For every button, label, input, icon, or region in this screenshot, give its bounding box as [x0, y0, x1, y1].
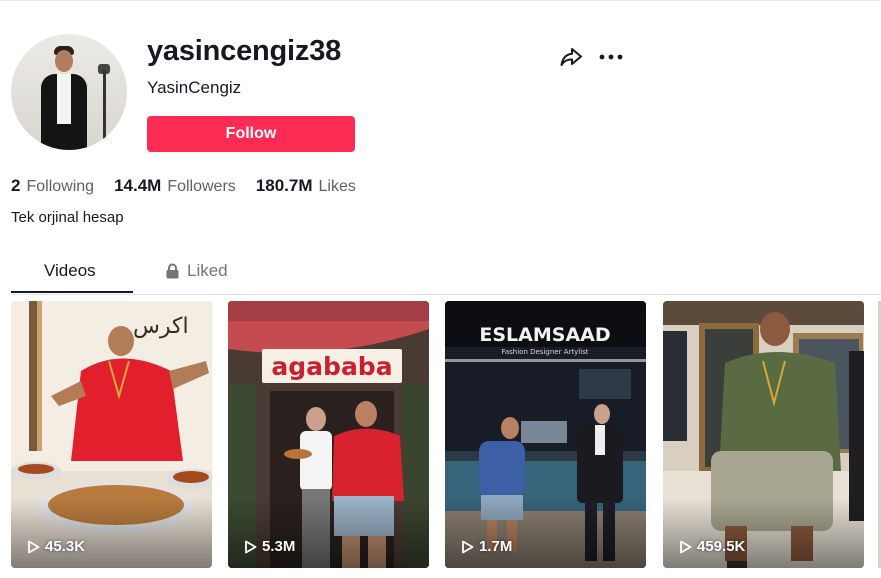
- profile-stats: 2 Following 14.4M Followers 180.7M Likes: [11, 176, 376, 196]
- sign-subtext: Fashion Designer Artylist: [501, 348, 588, 356]
- play-icon: [245, 540, 257, 553]
- tab-liked[interactable]: Liked: [165, 261, 228, 281]
- video-card[interactable]: ESLAMSAAD Fashion Designer Artylist 1.7M: [445, 301, 646, 568]
- avatar-mic-stand: [103, 70, 106, 142]
- play-icon: [28, 540, 40, 553]
- video-card[interactable]: اكرس 45.3K: [11, 301, 212, 568]
- view-count: 45.3K: [27, 538, 85, 555]
- profile-tabs: Videos Liked: [11, 254, 881, 295]
- tab-videos[interactable]: Videos: [44, 261, 96, 281]
- view-count-value: 1.7M: [479, 538, 513, 555]
- share-icon[interactable]: [558, 44, 584, 70]
- follow-button[interactable]: Follow: [147, 116, 355, 152]
- video-card[interactable]: 459.5K: [663, 301, 864, 568]
- following-label: Following: [26, 178, 95, 195]
- tab-liked-label: Liked: [187, 261, 228, 280]
- view-count-value: 5.3M: [262, 538, 296, 555]
- card-shade: [445, 498, 646, 568]
- view-count-value: 45.3K: [45, 538, 86, 555]
- avatar-head: [55, 50, 73, 72]
- likes-count: 180.7M: [255, 176, 313, 195]
- avatar-shirt: [57, 74, 71, 124]
- profile-username: yasincengiz38: [147, 35, 342, 67]
- view-count: 459.5K: [679, 538, 745, 555]
- more-icon[interactable]: [598, 44, 624, 70]
- play-icon: [680, 540, 692, 553]
- following-count: 2: [11, 176, 21, 195]
- play-icon: [462, 540, 474, 553]
- view-count: 1.7M: [461, 538, 512, 555]
- top-divider: [0, 0, 881, 1]
- profile-bio: Tek orjinal hesap: [11, 209, 124, 226]
- card-shade: [228, 498, 429, 568]
- stat-followers[interactable]: 14.4M Followers: [114, 176, 236, 196]
- stat-following[interactable]: 2 Following: [11, 176, 94, 196]
- followers-label: Followers: [167, 178, 236, 195]
- followers-count: 14.4M: [114, 176, 162, 195]
- lock-icon: [166, 263, 179, 279]
- sign-text: ESLAMSAAD: [479, 324, 610, 346]
- view-count-value: 459.5K: [697, 538, 746, 555]
- stat-likes: 180.7M Likes: [256, 176, 356, 196]
- card-shade: [11, 498, 212, 568]
- profile-nickname: YasinCengiz: [147, 78, 242, 97]
- sign-text: اكرس: [133, 314, 189, 339]
- avatar[interactable]: [11, 34, 127, 150]
- view-count: 5.3M: [244, 538, 295, 555]
- likes-label: Likes: [318, 178, 356, 195]
- sign-text: agababa: [271, 352, 392, 381]
- video-card[interactable]: agababa 5.3M: [228, 301, 429, 568]
- card-shade: [663, 498, 864, 568]
- active-tab-indicator: [11, 291, 133, 293]
